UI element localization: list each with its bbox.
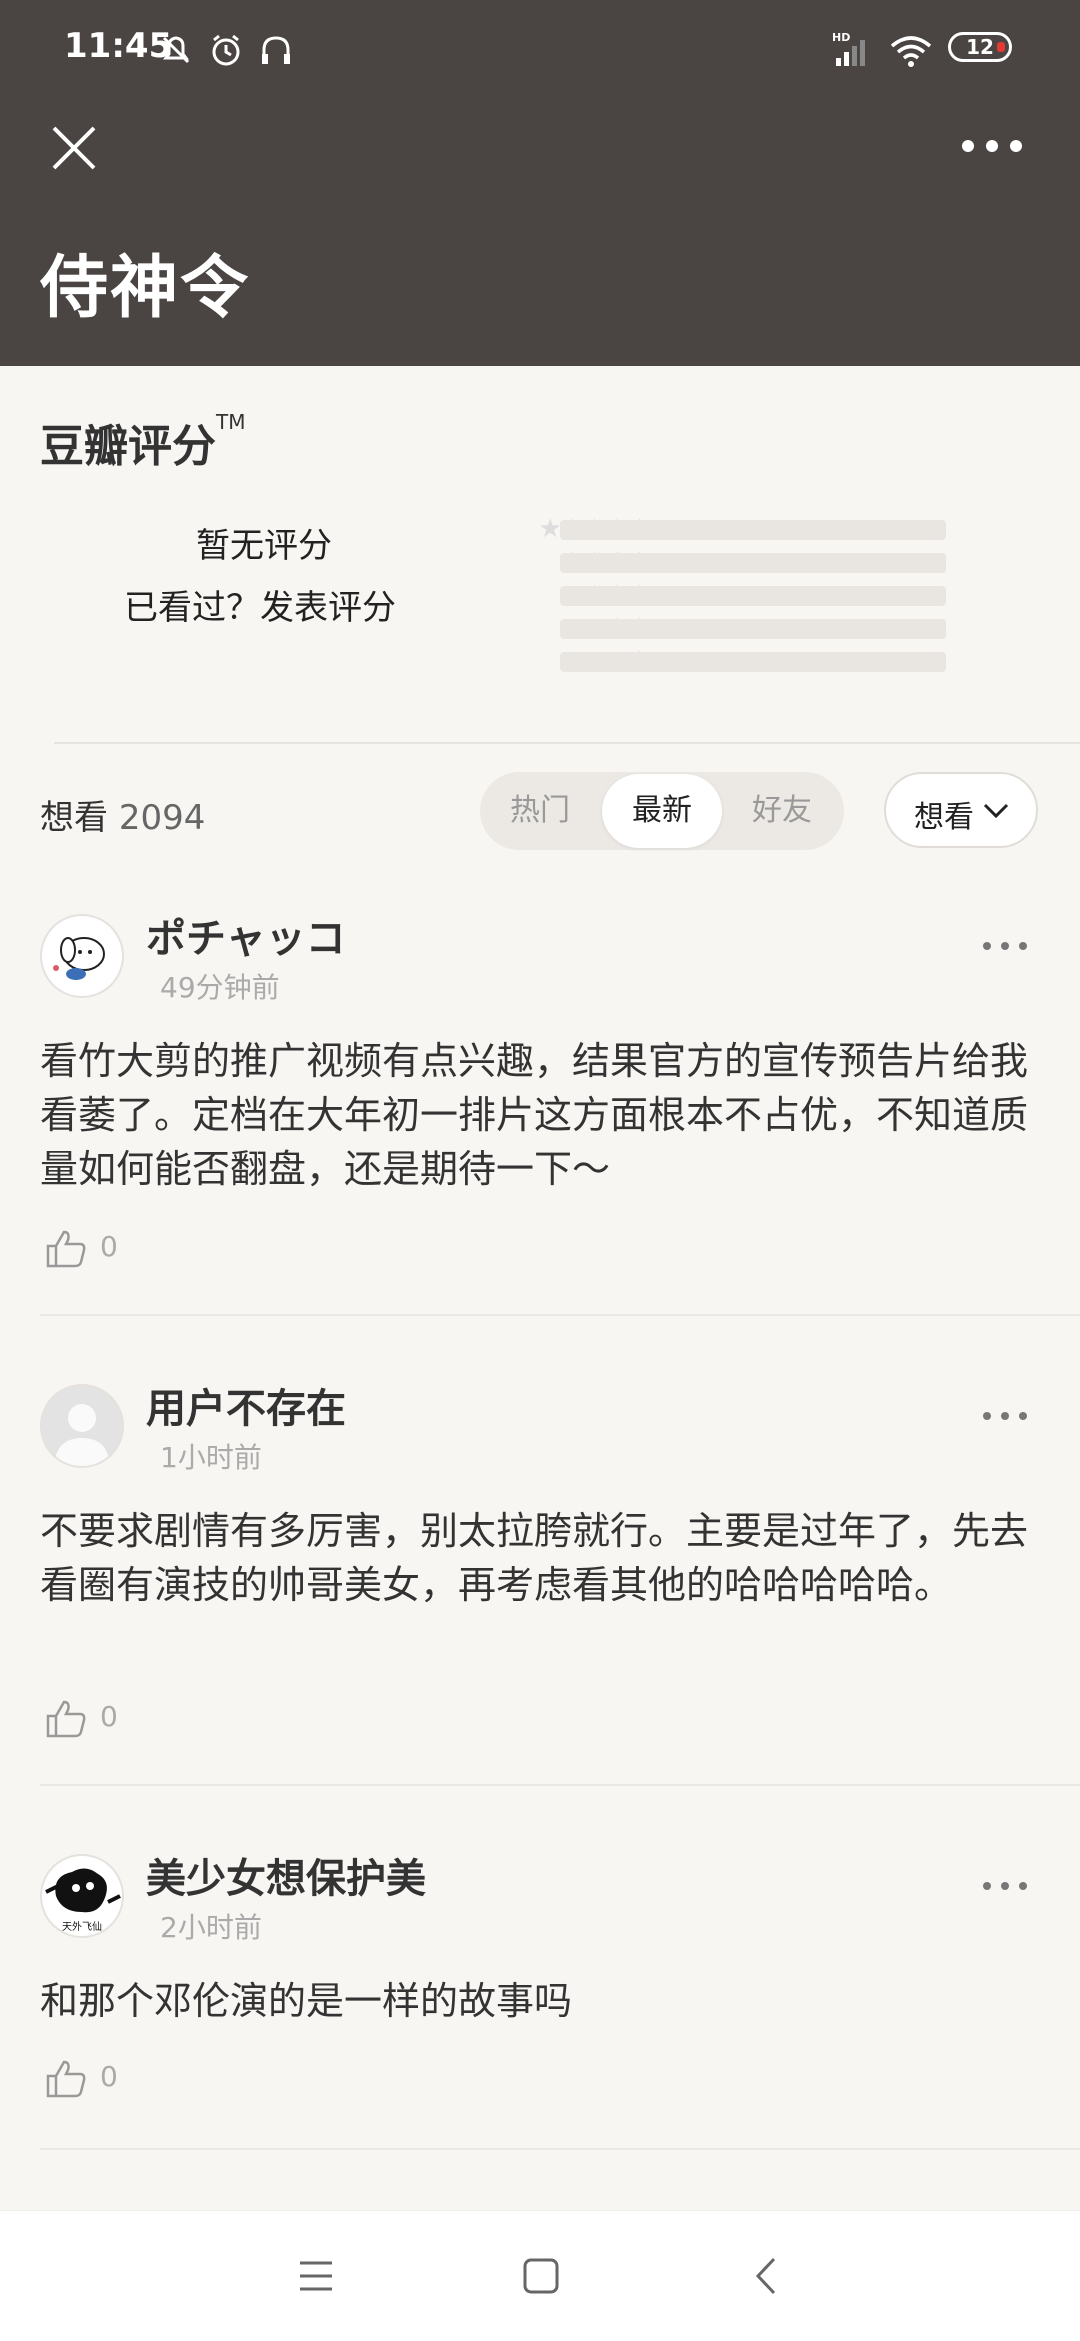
comment-username[interactable]: ポチャッコ xyxy=(146,906,346,964)
battery-level: 12 xyxy=(966,35,994,59)
rating-bar xyxy=(560,619,946,639)
battery-icon: 12 xyxy=(948,32,1012,62)
thumbs-up-icon xyxy=(46,2060,86,2098)
status-bar: 11:45 HD 12 xyxy=(0,0,1080,100)
comment-username[interactable]: 美少女想保护美 xyxy=(146,1846,426,1904)
rating-row-3: ★★★ xyxy=(400,580,946,610)
rating-bar xyxy=(560,652,946,672)
like-button[interactable]: 0 xyxy=(44,1696,118,1744)
rate-prompt-link[interactable]: 已看过？发表评分 xyxy=(124,580,396,629)
wifi-icon xyxy=(890,36,932,67)
want-dropdown[interactable]: 想看 xyxy=(884,772,1038,848)
chevron-down-icon xyxy=(983,803,1009,819)
header: 11:45 HD 12 侍神令 xyxy=(0,0,1080,366)
no-rating-text: 暂无评分 xyxy=(196,526,332,566)
close-icon[interactable] xyxy=(42,116,106,180)
more-options-icon[interactable] xyxy=(956,122,1028,170)
tab-latest[interactable]: 最新 xyxy=(602,774,722,848)
like-count: 0 xyxy=(100,1230,118,1263)
comment-separator xyxy=(40,1784,1080,1786)
rating-row-2: ★★ xyxy=(400,613,946,643)
rating-bar xyxy=(560,520,946,540)
comment-time: 2小时前 xyxy=(160,1911,262,1944)
comment-separator xyxy=(40,2148,1080,2150)
rating-row-5: ★★★★★ xyxy=(400,514,946,544)
avatar[interactable] xyxy=(40,1384,124,1468)
comment-more-icon[interactable] xyxy=(980,1876,1030,1896)
douban-rating-label: 豆瓣评分TM xyxy=(40,410,246,472)
comment-text: 看竹大剪的推广视频有点兴趣，结果官方的宣传预告片给我看萎了。定档在大年初一排片这… xyxy=(40,1039,1029,1191)
dropdown-label: 想看 xyxy=(914,800,974,835)
want-count: 想看 2094 xyxy=(40,798,206,838)
menu-icon[interactable] xyxy=(298,2259,334,2293)
like-button[interactable]: 0 xyxy=(44,2056,118,2104)
headphones-icon xyxy=(262,36,290,64)
divider xyxy=(54,742,1080,744)
like-count: 0 xyxy=(100,2060,118,2093)
rating-section: 豆瓣评分TM 暂无评分 已看过？发表评分 ★★★★★ ★★★★ ★★★ ★★ ★ xyxy=(0,366,1080,744)
home-icon[interactable] xyxy=(522,2257,560,2295)
tab-friends[interactable]: 好友 xyxy=(722,772,842,850)
comment-text: 和那个邓伦演的是一样的故事吗 xyxy=(40,1979,573,2023)
svg-text:HD: HD xyxy=(832,31,850,44)
thumbs-up-icon xyxy=(46,1700,86,1738)
comment-time: 49分钟前 xyxy=(160,971,280,1004)
sort-tabs: 热门 最新 好友 xyxy=(480,772,844,850)
avatar[interactable] xyxy=(40,914,124,998)
comment-more-icon[interactable] xyxy=(980,1406,1030,1426)
svg-text:天外飞仙: 天外飞仙 xyxy=(62,1920,102,1933)
alarm-icon xyxy=(212,34,240,66)
comment-text: 不要求剧情有多厉害，别太拉胯就行。主要是过年了，先去看圈有演技的帅哥美女，再考虑… xyxy=(40,1509,1029,1607)
avatar[interactable]: 天外飞仙 xyxy=(40,1854,124,1938)
rating-bar xyxy=(560,553,946,573)
like-button[interactable]: 0 xyxy=(44,1226,118,1274)
system-nav-bar xyxy=(0,2210,1080,2341)
rating-row-1: ★ xyxy=(400,646,946,676)
comment-username[interactable]: 用户不存在 xyxy=(146,1376,346,1434)
comment-time: 1小时前 xyxy=(160,1441,262,1474)
mute-icon xyxy=(162,36,190,64)
rating-bar xyxy=(560,586,946,606)
back-icon[interactable] xyxy=(752,2255,780,2297)
like-count: 0 xyxy=(100,1700,118,1733)
signal-icon: HD xyxy=(832,31,865,66)
comment-separator xyxy=(40,1314,1080,1316)
thumbs-up-icon xyxy=(46,1230,86,1268)
tab-hot[interactable]: 热门 xyxy=(480,772,600,850)
rating-row-4: ★★★★ xyxy=(400,547,946,577)
page-title: 侍神令 xyxy=(40,249,251,328)
comment-more-icon[interactable] xyxy=(980,936,1030,956)
